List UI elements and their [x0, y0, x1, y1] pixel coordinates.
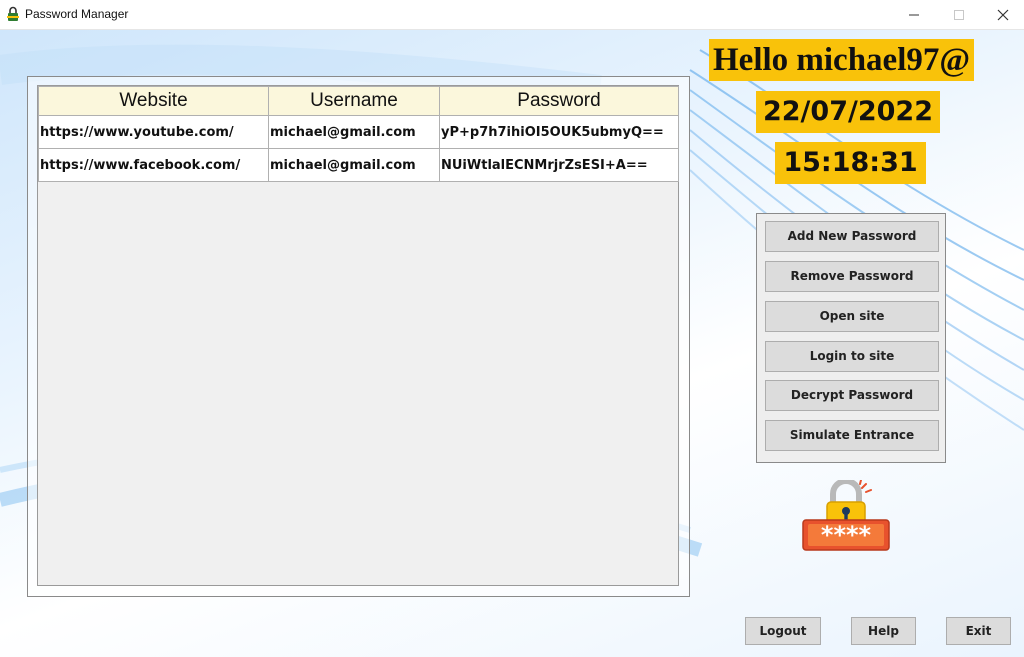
main-window: Website Username Password https://www.yo… [0, 30, 1024, 657]
help-button[interactable]: Help [851, 617, 916, 645]
cell-website[interactable]: https://www.facebook.com/ [38, 148, 269, 182]
app-icon [7, 6, 19, 21]
simulate-entrance-button[interactable]: Simulate Entrance [765, 420, 939, 451]
close-icon [997, 9, 1009, 20]
close-button[interactable] [980, 0, 1024, 29]
cell-password[interactable]: NUiWtlalECNMrjrZsESI+A== [439, 148, 679, 182]
cell-username[interactable]: michael@gmail.com [268, 115, 440, 149]
maximize-icon [954, 9, 964, 20]
column-header-username[interactable]: Username [268, 86, 440, 116]
table-row[interactable]: https://www.facebook.com/ michael@gmail.… [38, 148, 679, 182]
add-password-button[interactable]: Add New Password [765, 221, 939, 252]
padlock-password-icon: **** [802, 480, 890, 551]
date-label: 22/07/2022 [756, 91, 940, 133]
column-header-password[interactable]: Password [439, 86, 679, 116]
time-label: 15:18:31 [775, 142, 926, 184]
remove-password-button[interactable]: Remove Password [765, 261, 939, 292]
table-header-row: Website Username Password [38, 86, 679, 116]
password-mask-text: **** [821, 521, 872, 549]
logout-button[interactable]: Logout [745, 617, 821, 645]
title-bar: Password Manager [0, 0, 1024, 30]
cell-username[interactable]: michael@gmail.com [268, 148, 440, 182]
open-site-button[interactable]: Open site [765, 301, 939, 332]
login-to-site-button[interactable]: Login to site [765, 341, 939, 372]
minimize-icon [909, 14, 919, 15]
decrypt-password-button[interactable]: Decrypt Password [765, 380, 939, 411]
window-title: Password Manager [25, 7, 129, 21]
exit-button[interactable]: Exit [946, 617, 1011, 645]
password-table[interactable]: Website Username Password https://www.yo… [37, 85, 679, 586]
minimize-button[interactable] [891, 0, 937, 29]
table-row[interactable]: https://www.youtube.com/ michael@gmail.c… [38, 115, 679, 149]
cell-password[interactable]: yP+p7h7ihiOI5OUK5ubmyQ== [439, 115, 679, 149]
column-header-website[interactable]: Website [38, 86, 269, 116]
maximize-button[interactable] [936, 0, 982, 29]
cell-website[interactable]: https://www.youtube.com/ [38, 115, 269, 149]
actions-panel: Add New Password Remove Password Open si… [756, 213, 946, 463]
greeting-label: Hello michael97@ [709, 39, 975, 81]
password-table-panel: Website Username Password https://www.yo… [27, 76, 690, 597]
